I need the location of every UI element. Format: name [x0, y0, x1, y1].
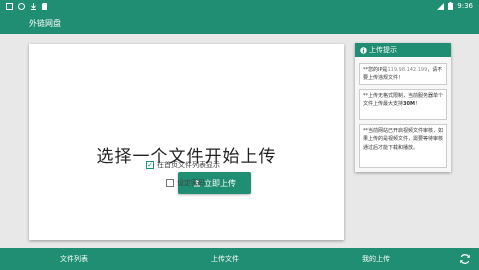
download-icon [31, 2, 36, 10]
upload-tips-panel: 上传提示 **您的IP是119.98.142.199，请不要上传违规文件！ **… [355, 43, 451, 172]
tip-size-max: 30M [403, 101, 415, 108]
tip-ip: **您的IP是119.98.142.199，请不要上传违规文件！ [359, 63, 447, 85]
nav-my-uploads-label: 我的上传 [362, 255, 390, 263]
nav-upload-file-label: 上传文件 [211, 255, 239, 263]
status-right-icons: 9:36 [437, 2, 473, 10]
set-password-label: 设定密码 [177, 179, 205, 187]
upload-now-label: 立即上传 [204, 178, 236, 188]
tip-video: **当前网站已开启视频文件审核，如果上传的是视频文件，需要等待审核通过后才能下载… [359, 124, 447, 168]
status-bar: 9:36 [0, 0, 479, 12]
battery-icon [448, 2, 454, 10]
sd-icon [42, 2, 47, 10]
refresh-icon[interactable] [459, 253, 471, 265]
tips-title: 上传提示 [369, 46, 397, 54]
set-password-option[interactable]: 设定密码 [166, 178, 205, 188]
status-time: 9:36 [457, 2, 473, 10]
app-bar: 外链网盘 [0, 12, 479, 34]
nav-file-list[interactable]: 文件列表 [60, 248, 88, 270]
info-icon [360, 46, 367, 54]
nav-upload-file[interactable]: 上传文件 [211, 248, 239, 270]
upload-card: 选择一个文件开始上传 立即上传 ✓ 在首页文件列表显示 设定密码 [29, 44, 344, 240]
tip-ip-address: 119.98.142.199 [387, 67, 428, 73]
signal-icon [437, 2, 445, 10]
tip-video-text: **当前网站已开启视频文件审核，如果上传的是视频文件，需要等待审核通过后才能下载… [363, 128, 444, 151]
set-password-checkbox[interactable] [166, 179, 174, 187]
bottom-nav: 文件列表 上传文件 我的上传 [0, 248, 479, 270]
show-on-home-checkbox[interactable]: ✓ [146, 161, 154, 169]
status-left-icons [6, 2, 48, 10]
app-icon [6, 2, 13, 10]
wifi-icon [18, 2, 25, 10]
tips-header: 上传提示 [355, 43, 451, 57]
tip-size: **上传无格式限制，当前服务器单个文件上传最大支持30M！ [359, 89, 447, 120]
tip-ip-prefix: **您的IP是 [363, 67, 388, 73]
tip-size-suffix: ！ [414, 101, 420, 108]
nav-my-uploads[interactable]: 我的上传 [362, 248, 390, 270]
show-on-home-option[interactable]: ✓ 在首页文件列表显示 [146, 160, 220, 170]
show-on-home-label: 在首页文件列表显示 [157, 161, 220, 169]
nav-file-list-label: 文件列表 [60, 255, 88, 263]
app-title: 外链网盘 [29, 18, 61, 28]
